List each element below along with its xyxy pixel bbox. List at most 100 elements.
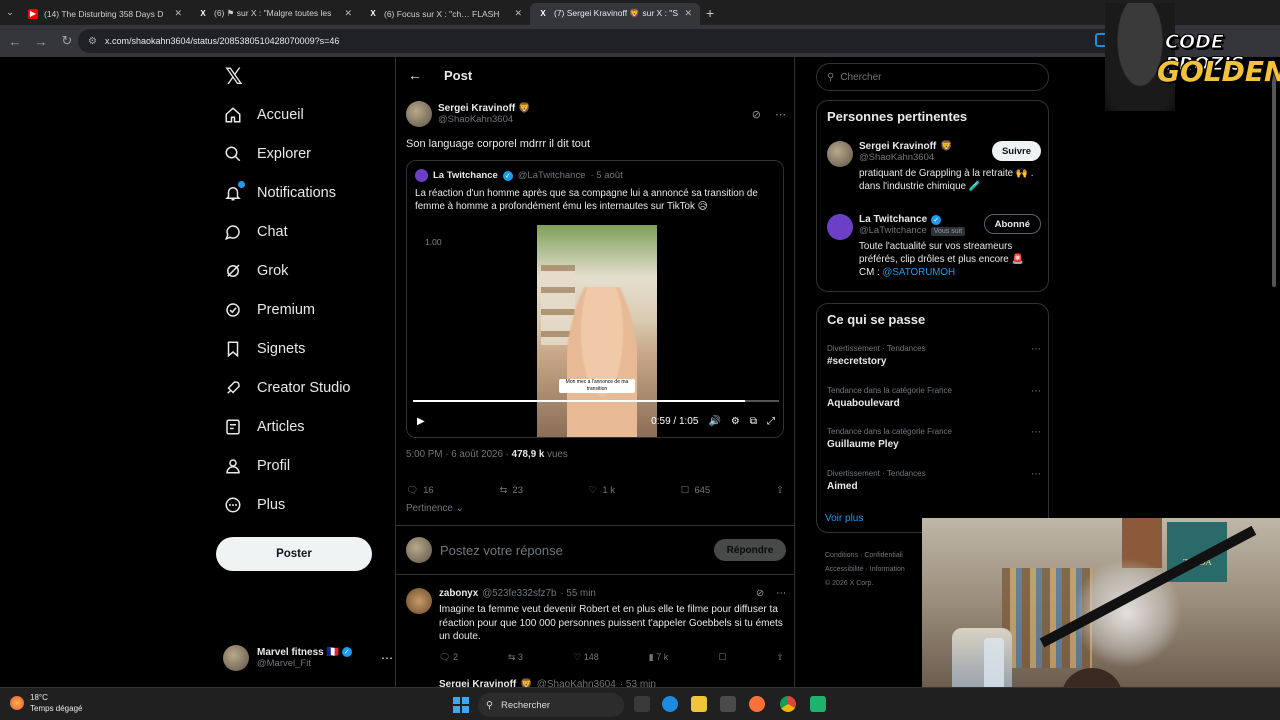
forward-icon[interactable]: → [34, 34, 48, 49]
search-input[interactable]: ⚲ Chercher [816, 63, 1049, 91]
more-icon[interactable]: ⋯ [1031, 344, 1041, 355]
tab-close-icon[interactable]: ✕ [344, 8, 352, 19]
repost-action[interactable]: ⇆ 3 [508, 652, 523, 663]
reply-action[interactable]: 🗨 2 [439, 652, 458, 663]
more-icon[interactable]: ⋯ [776, 588, 786, 599]
nav-item-premium[interactable]: Premium [223, 295, 315, 325]
edge-icon[interactable] [662, 696, 678, 712]
browser-tab-3[interactable]: X (6) Focus sur X : "ch… FLASH ✕ [360, 3, 530, 25]
bookmark-icon[interactable]: ☐ [718, 652, 726, 663]
follow-button[interactable]: Suivre [991, 141, 1041, 161]
footer-link[interactable]: Information [870, 566, 905, 573]
tweet-author-handle[interactable]: @ShaoKahn3604 [438, 114, 530, 125]
nav-item-profile[interactable]: Profil [223, 451, 290, 481]
bio-link[interactable]: @SATORUMOH [882, 267, 955, 278]
footer-link[interactable]: Accessibilité [825, 566, 864, 573]
tab-close-icon[interactable]: ✕ [514, 8, 522, 19]
back-icon[interactable]: ← [8, 34, 22, 49]
taskbar-search[interactable]: ⚲ Rechercher [478, 693, 624, 717]
see-more-link[interactable]: Voir plus [825, 513, 863, 524]
browser-tab-1[interactable]: ▶ (14) The Disturbing 358 Days D ✕ [20, 3, 190, 25]
app-icon[interactable] [810, 696, 826, 712]
back-arrow-icon[interactable]: ← [408, 67, 422, 83]
chrome-icon[interactable] [780, 696, 796, 712]
video-player[interactable]: 1.00 Mon mec a l'annonce de ma transitio… [407, 225, 783, 437]
more-icon[interactable]: ⋯ [1031, 386, 1041, 397]
reply-sort-dropdown[interactable]: Pertinence ⌄ [406, 503, 464, 514]
x-logo-icon[interactable]: 𝕏 [225, 65, 243, 90]
repost-action[interactable]: ⇆ 23 [499, 485, 523, 496]
views-action[interactable]: ▮ 7 k [649, 652, 668, 663]
trend-item[interactable]: Tendance dans la catégorie France Guilla… [827, 427, 1041, 450]
nav-item-bookmarks[interactable]: Signets [223, 334, 305, 364]
store-icon[interactable] [720, 696, 736, 712]
reply-author-name[interactable]: Sergei Kravinoff [439, 679, 516, 687]
reply-author-handle[interactable]: @ShaoKahn3604 [537, 679, 616, 687]
nav-item-notifications[interactable]: Notifications [223, 178, 336, 208]
nav-item-articles[interactable]: Articles [223, 412, 305, 442]
nav-item-chat[interactable]: Chat [223, 217, 288, 247]
footer-link[interactable]: Confidentiali [864, 552, 903, 559]
fullscreen-icon[interactable]: ⤢ [767, 416, 775, 427]
browser-tab-4-active[interactable]: X (7) Sergei Kravinoff 🦁 sur X : "S ✕ [530, 2, 700, 25]
tab-list-chevron-icon[interactable]: ⌄ [0, 7, 20, 18]
footer-link[interactable]: Conditions [825, 552, 858, 559]
avatar[interactable] [406, 101, 432, 127]
quoted-tweet[interactable]: La Twitchance ✓ @LaTwitchance · 5 août L… [406, 160, 784, 438]
nav-item-creator-studio[interactable]: Creator Studio [223, 373, 351, 403]
bookmark-action[interactable]: ☐ 645 [681, 485, 710, 496]
reply-author-name[interactable]: zabonyx [439, 588, 478, 599]
reply-input[interactable]: Postez votre réponse [440, 543, 706, 558]
share-action[interactable]: ⇧ [776, 485, 784, 496]
more-icon[interactable]: ⋯ [381, 651, 393, 665]
reply-action[interactable]: 🗨 16 [406, 485, 434, 496]
tab-close-icon[interactable]: ✕ [174, 8, 182, 19]
file-explorer-icon[interactable] [691, 696, 707, 712]
address-bar[interactable]: ⚙ x.com/shaokahn3604/status/208538051042… [78, 29, 1118, 53]
more-icon[interactable]: ⋯ [775, 108, 786, 121]
tab-close-icon[interactable]: ✕ [684, 8, 692, 19]
reply-button[interactable]: Répondre [714, 539, 786, 561]
reply-tweet-partial[interactable]: Sergei Kravinoff 🦁 @ShaoKahn3604 · 53 mi… [439, 679, 656, 687]
nav-item-grok[interactable]: Grok [223, 256, 288, 286]
grok-icon[interactable]: ⊘ [752, 108, 761, 121]
more-icon[interactable]: ⋯ [1031, 469, 1041, 480]
firefox-icon[interactable] [749, 696, 765, 712]
avatar[interactable] [406, 588, 432, 614]
weather-widget[interactable]: 18°C Temps dégagé [10, 692, 82, 714]
avatar[interactable] [827, 214, 853, 240]
more-icon[interactable]: ⋯ [1031, 427, 1041, 438]
browser-tab-2[interactable]: X (6) ⚑ sur X : "Malgre toutes les ✕ [190, 3, 360, 25]
post-button[interactable]: Poster [216, 537, 372, 571]
taskbar-search-label: Rechercher [500, 699, 551, 711]
reply-author-handle[interactable]: @523fe332sfz7b [482, 588, 556, 599]
new-tab-button[interactable]: + [706, 5, 714, 21]
pip-icon[interactable]: ⧉ [750, 416, 757, 427]
tweet-timestamp[interactable]: 5:00 PM · 6 août 2026 · [406, 449, 512, 460]
reload-icon[interactable]: ↻ [60, 33, 74, 49]
like-action[interactable]: ♡ 1 k [589, 485, 615, 496]
trend-item[interactable]: Divertissement · Tendances #secretstory … [827, 344, 1041, 367]
nav-item-explore[interactable]: Explorer [223, 139, 311, 169]
following-button[interactable]: Abonné [983, 214, 1041, 234]
share-icon[interactable]: ⇧ [776, 652, 784, 663]
trend-item[interactable]: Tendance dans la catégorie France Aquabo… [827, 386, 1041, 409]
like-action[interactable]: ♡ 148 [573, 652, 599, 663]
play-icon[interactable]: ▶ [417, 416, 425, 427]
trend-item[interactable]: Divertissement · Tendances Aimed ⋯ [827, 469, 1041, 492]
site-info-icon[interactable]: ⚙ [88, 36, 97, 47]
grok-icon[interactable]: ⊘ [756, 588, 764, 599]
volume-icon[interactable]: 🔊 [708, 416, 720, 427]
video-progress-bar[interactable] [413, 400, 779, 402]
avatar[interactable] [827, 141, 853, 167]
nav-item-more[interactable]: Plus [223, 490, 285, 520]
task-view-icon[interactable] [634, 696, 650, 712]
relevant-person[interactable]: Sergei Kravinoff 🦁 @ShaoKahn3604 pratiqua… [827, 141, 1041, 193]
account-switcher[interactable]: Marvel fitness 🇫🇷 ✓ @Marvel_Fit ⋯ [223, 642, 393, 674]
relevant-person[interactable]: La Twitchance ✓ @LaTwitchance Vous suit To… [827, 214, 1041, 279]
tweet-author-name[interactable]: Sergei Kravinoff 🦁 [438, 103, 530, 114]
settings-icon[interactable]: ⚙ [731, 416, 740, 427]
windows-start-icon[interactable] [453, 697, 469, 713]
nav-item-home[interactable]: Accueil [223, 100, 304, 130]
reply-tweet[interactable]: zabonyx @523fe332sfz7b · 55 min ⊘ ⋯ Imag… [406, 588, 786, 668]
